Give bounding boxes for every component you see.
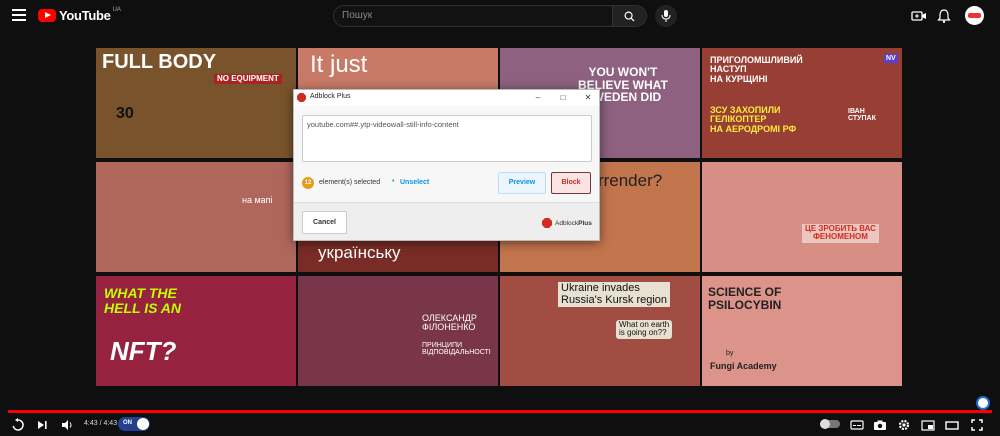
minimize-icon[interactable]: – xyxy=(532,92,544,103)
brand-regular: Adblock xyxy=(555,219,579,227)
thumbnail-subtitle: NFT? xyxy=(110,336,177,366)
videowall-thumbnail[interactable]: WHAT THE HELL IS AN NFT? xyxy=(96,276,296,386)
filter-textarea[interactable]: youtube.com##.ytp-videowall-still-info-c… xyxy=(302,115,592,162)
country-code: UA xyxy=(112,6,121,13)
unselect-link[interactable]: Unselect xyxy=(400,179,429,186)
adblock-helper-icon[interactable] xyxy=(976,396,990,410)
notifications-bell-icon[interactable] xyxy=(936,8,952,24)
adblock-plus-brand: AdblockPlus xyxy=(542,218,592,228)
videowall-thumbnail[interactable]: ЦЕ ЗРОБИТЬ ВАС ФЕНОМЕНОМ xyxy=(702,162,902,272)
toggle-knob xyxy=(137,418,149,430)
thumbnail-line: Russia's Kursk region xyxy=(561,293,668,306)
masthead: YouTube UA Пошук xyxy=(0,0,1000,32)
selected-count-badge: 12 xyxy=(302,177,314,189)
thumbnail-line: ФІЛОНЕНКО xyxy=(422,322,476,333)
thumbnail-title: Ukraine invades Russia's Kursk region xyxy=(558,282,671,308)
thumbnail-subtitle: ЗСУ ЗАХОПИЛИ ГЕЛІКОПТЕР НА АЕРОДРОМІ РФ xyxy=(710,105,797,134)
brand-name: YouTube xyxy=(59,8,111,23)
fullscreen-icon[interactable] xyxy=(970,418,984,432)
thumbnail-subtitle: ПРИНЦИПИ ВІДПОВІДАЛЬНОСТІ xyxy=(422,342,491,357)
thumbnail-line: НА КУРЩИНІ xyxy=(710,73,768,84)
toggle-label: ON xyxy=(123,420,132,426)
videowall-thumbnail[interactable]: ПРИГОЛОМШЛИВИЙ НАСТУП НА КУРЩИНІ ЗСУ ЗАХ… xyxy=(702,48,902,158)
brand-bold: Plus xyxy=(578,219,592,227)
adblock-plus-icon xyxy=(297,93,306,102)
thumbnail-author: ІВАН СТУПАК xyxy=(848,108,876,123)
search-input[interactable]: Пошук xyxy=(333,5,613,27)
thumbnail-title: українську xyxy=(318,243,401,262)
close-icon[interactable]: ✕ xyxy=(582,92,594,103)
autoplay-toggle[interactable] xyxy=(820,419,840,429)
youtube-logo[interactable]: YouTube UA xyxy=(38,6,121,23)
thumbnail-line: YOU WON'T xyxy=(588,65,658,79)
thumbnail-line: PSILOCYBIN xyxy=(708,297,782,312)
thumbnail-title: ОЛЕКСАНДР ФІЛОНЕНКО xyxy=(422,313,477,333)
thumbnail-title: SCIENCE OF PSILOCYBIN xyxy=(708,286,781,311)
thumbnail-title: It just xyxy=(310,51,368,78)
videowall-thumbnail[interactable]: Ukraine invades Russia's Kursk region Wh… xyxy=(500,276,700,386)
thumbnail-title: WHAT THE HELL IS AN xyxy=(104,286,181,315)
microphone-icon xyxy=(661,10,671,22)
create-video-icon[interactable] xyxy=(911,8,927,24)
thumbnail-line: ФЕНОМЕНОМ xyxy=(813,232,868,242)
youtube-play-icon xyxy=(38,9,56,22)
miniplayer-icon[interactable] xyxy=(921,418,935,432)
preview-button[interactable]: Preview xyxy=(498,172,546,194)
dialog-footer: Cancel AdblockPlus xyxy=(294,202,599,240)
separator-dot: • xyxy=(392,178,395,185)
thumbnail-line: Ukraine invades xyxy=(561,282,640,294)
search-placeholder: Пошук xyxy=(342,10,373,21)
camera-icon[interactable] xyxy=(873,418,887,432)
brand-text: AdblockPlus xyxy=(555,220,592,227)
account-avatar[interactable] xyxy=(965,6,984,25)
videowall-thumbnail[interactable]: на мапі xyxy=(96,162,296,272)
thumbnail-line: ВІДПОВІДАЛЬНОСТІ xyxy=(422,349,491,357)
voice-search-button[interactable] xyxy=(655,5,677,27)
dialog-titlebar: Adblock Plus – □ ✕ xyxy=(294,90,599,106)
replay-icon[interactable] xyxy=(11,418,25,432)
menu-icon[interactable] xyxy=(12,9,26,21)
channel-badge: NV xyxy=(884,54,898,64)
videowall-thumbnail[interactable]: ОЛЕКСАНДР ФІЛОНЕНКО ПРИНЦИПИ ВІДПОВІДАЛЬ… xyxy=(298,276,498,386)
thumbnail-line: is going on?? xyxy=(619,328,667,338)
thumbnail-number: 30 xyxy=(116,105,134,122)
volume-icon[interactable] xyxy=(60,418,74,432)
maximize-icon[interactable]: □ xyxy=(557,92,569,103)
thumbnail-line: СТУПАК xyxy=(848,115,876,123)
filter-text: youtube.com##.ytp-videowall-still-info-c… xyxy=(307,120,459,129)
thumbnail-line: SCIENCE OF xyxy=(708,285,782,299)
adblock-plus-logo-icon xyxy=(542,218,552,228)
search-button[interactable] xyxy=(613,5,647,27)
thumbnail-line: НА АЕРОДРОМІ РФ xyxy=(710,123,797,134)
search-icon xyxy=(624,11,635,22)
thumbnail-subtitle: NO EQUIPMENT xyxy=(214,74,282,85)
extension-toggle[interactable]: ON xyxy=(118,417,150,431)
thumbnail-title: ПРИГОЛОМШЛИВИЙ НАСТУП НА КУРЩИНІ xyxy=(710,55,803,84)
thumbnail-line: ПРИНЦИПИ xyxy=(422,342,463,349)
time-display: 4:43 / 4:43 xyxy=(84,420,118,427)
settings-gear-icon[interactable] xyxy=(897,418,911,432)
thumbnail-line: ІВАН xyxy=(848,108,865,115)
cancel-button[interactable]: Cancel xyxy=(302,211,347,234)
adblock-plus-dialog: Adblock Plus – □ ✕ youtube.com##.ytp-vid… xyxy=(293,89,600,241)
next-icon[interactable] xyxy=(35,418,49,432)
dialog-title: Adblock Plus xyxy=(310,93,351,100)
block-button[interactable]: Block xyxy=(551,172,591,194)
selected-label: element(s) selected xyxy=(319,179,381,186)
thumbnail-title: на мапі xyxy=(242,195,273,205)
subtitles-icon[interactable] xyxy=(850,418,864,432)
videowall-thumbnail[interactable]: SCIENCE OF PSILOCYBIN by Fungi Academy xyxy=(702,276,902,386)
thumbnail-by: by xyxy=(726,350,734,357)
thumbnail-title: ЦЕ ЗРОБИТЬ ВАС ФЕНОМЕНОМ xyxy=(802,224,879,243)
videowall-thumbnail[interactable]: FULL BODY NO EQUIPMENT 30 xyxy=(96,48,296,158)
thumbnail-line: WHAT THE xyxy=(104,285,177,301)
thumbnail-subtitle: What on earth is going on?? xyxy=(616,320,673,339)
thumbnail-title: FULL BODY xyxy=(102,51,217,73)
theater-mode-icon[interactable] xyxy=(945,418,959,432)
progress-bar[interactable] xyxy=(8,410,992,413)
thumbnail-line: HELL IS AN xyxy=(104,299,182,316)
thumbnail-channel: Fungi Academy xyxy=(710,361,777,371)
